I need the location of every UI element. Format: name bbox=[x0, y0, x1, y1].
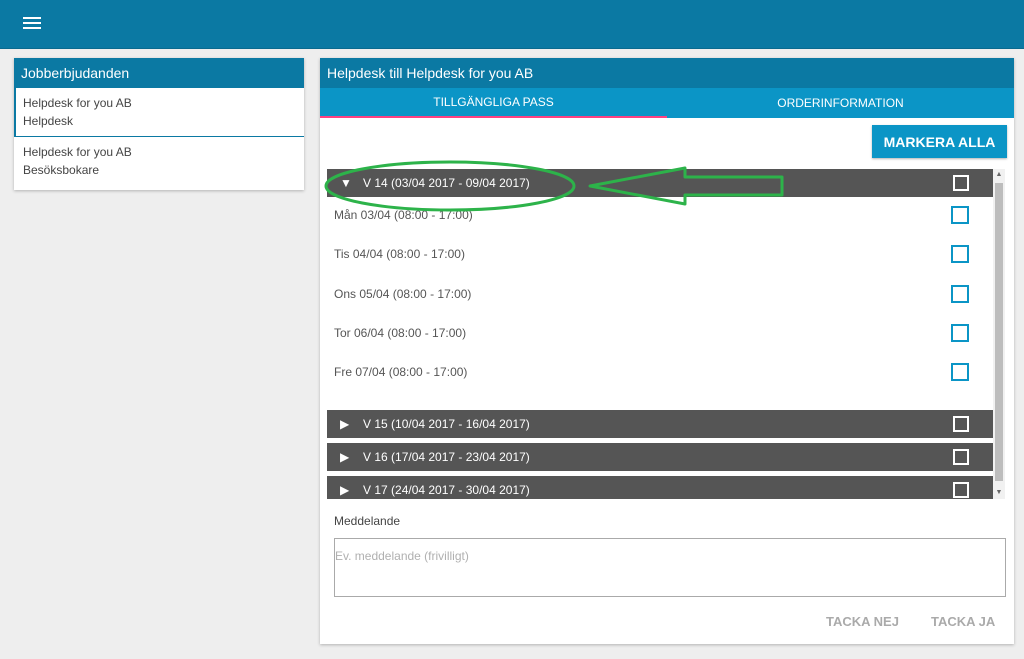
caret-down-icon: ▼ bbox=[340, 176, 352, 190]
week-checkbox[interactable] bbox=[953, 482, 969, 498]
day-row: Mån 03/04 (08:00 - 17:00) bbox=[327, 201, 993, 229]
caret-right-icon: ▶ bbox=[340, 417, 350, 431]
week-row-16[interactable]: ▶ V 16 (17/04 2017 - 23/04 2017) bbox=[327, 443, 993, 471]
day-row: Tis 04/04 (08:00 - 17:00) bbox=[327, 240, 993, 268]
week-label: V 17 (24/04 2017 - 30/04 2017) bbox=[363, 483, 530, 497]
job-offer-company: Helpdesk for you AB bbox=[23, 96, 132, 110]
week-checkbox[interactable] bbox=[953, 175, 969, 191]
scroll-down-icon[interactable]: ▼ bbox=[993, 487, 1005, 499]
tab-order-information[interactable]: ORDERINFORMATION bbox=[667, 88, 1014, 118]
job-offer-role: Besöksbokare bbox=[23, 163, 100, 177]
job-offers-panel: Jobberbjudanden Helpdesk for you AB Help… bbox=[14, 58, 304, 190]
caret-right-icon: ▶ bbox=[340, 483, 350, 497]
week-row-14[interactable]: ▼ V 14 (03/04 2017 - 09/04 2017) bbox=[327, 169, 993, 197]
day-label: Fre 07/04 (08:00 - 17:00) bbox=[334, 365, 468, 379]
week-row-15[interactable]: ▶ V 15 (10/04 2017 - 16/04 2017) bbox=[327, 410, 993, 438]
day-checkbox[interactable] bbox=[951, 245, 969, 263]
day-checkbox[interactable] bbox=[951, 363, 969, 381]
tab-bar: TILLGÄNGLIGA PASS ORDERINFORMATION bbox=[320, 88, 1014, 118]
hamburger-icon[interactable] bbox=[23, 14, 41, 30]
week-checkbox[interactable] bbox=[953, 416, 969, 432]
accept-button[interactable]: TACKA JA bbox=[925, 610, 1001, 632]
tab-available-shifts[interactable]: TILLGÄNGLIGA PASS bbox=[320, 88, 667, 118]
day-label: Mån 03/04 (08:00 - 17:00) bbox=[334, 208, 473, 222]
day-label: Tis 04/04 (08:00 - 17:00) bbox=[334, 247, 465, 261]
message-input[interactable] bbox=[334, 538, 1006, 597]
job-offer-company: Helpdesk for you AB bbox=[23, 145, 132, 159]
day-row: Ons 05/04 (08:00 - 17:00) bbox=[327, 280, 993, 308]
week-label: V 14 (03/04 2017 - 09/04 2017) bbox=[363, 176, 530, 190]
job-offer-role: Helpdesk bbox=[23, 114, 74, 128]
shift-list-scrollbar[interactable]: ▲ ▼ bbox=[993, 169, 1005, 499]
mark-all-button[interactable]: MARKERA ALLA bbox=[872, 125, 1007, 158]
decline-button[interactable]: TACKA NEJ bbox=[820, 610, 905, 632]
day-row: Fre 07/04 (08:00 - 17:00) bbox=[327, 358, 993, 386]
day-label: Ons 05/04 (08:00 - 17:00) bbox=[334, 287, 472, 301]
shift-list: ▼ V 14 (03/04 2017 - 09/04 2017) Mån 03/… bbox=[327, 169, 993, 499]
scrollbar-thumb[interactable] bbox=[995, 183, 1003, 481]
job-offer-item[interactable]: Helpdesk for you AB Helpdesk bbox=[14, 88, 304, 136]
week-label: V 15 (10/04 2017 - 16/04 2017) bbox=[363, 417, 530, 431]
job-detail-panel: Helpdesk till Helpdesk for you AB TILLGÄ… bbox=[320, 58, 1014, 644]
day-checkbox[interactable] bbox=[951, 206, 969, 224]
day-row: Tor 06/04 (08:00 - 17:00) bbox=[327, 319, 993, 347]
week-label: V 16 (17/04 2017 - 23/04 2017) bbox=[363, 450, 530, 464]
top-app-bar bbox=[0, 0, 1024, 49]
job-offers-title: Jobberbjudanden bbox=[14, 58, 304, 88]
message-label: Meddelande bbox=[334, 514, 401, 528]
job-offer-item[interactable]: Helpdesk for you AB Besöksbokare bbox=[14, 136, 304, 185]
day-label: Tor 06/04 (08:00 - 17:00) bbox=[334, 326, 467, 340]
day-checkbox[interactable] bbox=[951, 285, 969, 303]
week-checkbox[interactable] bbox=[953, 449, 969, 465]
week-row-17[interactable]: ▶ V 17 (24/04 2017 - 30/04 2017) bbox=[327, 476, 993, 499]
scroll-up-icon[interactable]: ▲ bbox=[993, 169, 1005, 181]
caret-right-icon: ▶ bbox=[340, 450, 350, 464]
day-checkbox[interactable] bbox=[951, 324, 969, 342]
job-detail-title: Helpdesk till Helpdesk for you AB bbox=[320, 58, 1014, 88]
